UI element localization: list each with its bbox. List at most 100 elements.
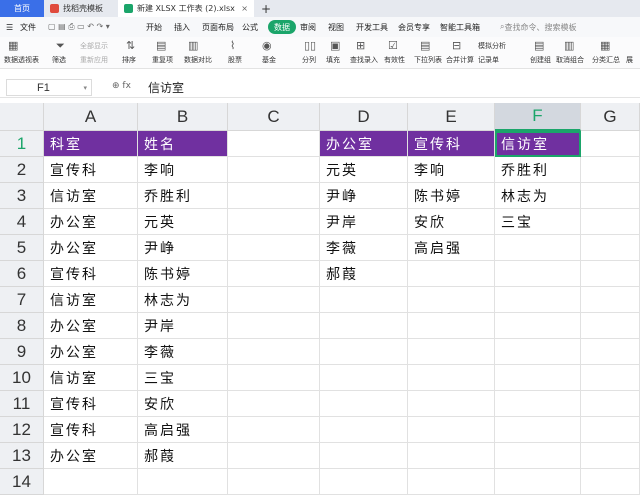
- validity-icon[interactable]: ☑: [388, 39, 400, 52]
- cell-e2[interactable]: 李响: [408, 157, 495, 183]
- compare-icon[interactable]: ▥: [188, 39, 200, 52]
- filter-button[interactable]: 筛选: [52, 55, 66, 65]
- validity-button[interactable]: 有效性: [384, 55, 405, 65]
- cell-a2[interactable]: 宣传科: [44, 157, 138, 183]
- menu-data[interactable]: 数据: [268, 20, 296, 34]
- cell-c10[interactable]: [228, 365, 320, 391]
- cell-c2[interactable]: [228, 157, 320, 183]
- cell-d6[interactable]: 郝葭: [320, 261, 408, 287]
- cell-b5[interactable]: 尹峥: [138, 235, 228, 261]
- cell-d3[interactable]: 尹峥: [320, 183, 408, 209]
- create-group-button[interactable]: 创建组: [530, 55, 551, 65]
- column-header-d[interactable]: D: [320, 103, 408, 131]
- duplicates-icon[interactable]: ▤: [156, 39, 168, 52]
- cell-b6[interactable]: 陈书婷: [138, 261, 228, 287]
- cell-c4[interactable]: [228, 209, 320, 235]
- cell-a14[interactable]: [44, 469, 138, 495]
- cell-e4[interactable]: 安欣: [408, 209, 495, 235]
- menu-smart-tools[interactable]: 智能工具箱: [440, 17, 480, 37]
- cell-a8[interactable]: 办公室: [44, 313, 138, 339]
- cell-d5[interactable]: 李薇: [320, 235, 408, 261]
- cell-d1[interactable]: 办公室: [320, 131, 408, 157]
- cell-e12[interactable]: [408, 417, 495, 443]
- cell-f2[interactable]: 乔胜利: [495, 157, 581, 183]
- pivot-table-button[interactable]: 数据透视表: [4, 55, 39, 65]
- menu-developer[interactable]: 开发工具: [356, 17, 388, 37]
- cell-b8[interactable]: 尹岸: [138, 313, 228, 339]
- cell-e14[interactable]: [408, 469, 495, 495]
- menu-member[interactable]: 会员专享: [398, 17, 430, 37]
- cell-f6[interactable]: [495, 261, 581, 287]
- row-header-6[interactable]: 6: [0, 261, 44, 287]
- close-tab-icon[interactable]: ×: [241, 4, 248, 13]
- cell-d9[interactable]: [320, 339, 408, 365]
- column-header-b[interactable]: B: [138, 103, 228, 131]
- cell-a13[interactable]: 办公室: [44, 443, 138, 469]
- filter-icon[interactable]: ⏷: [56, 39, 67, 53]
- cell-a6[interactable]: 宣传科: [44, 261, 138, 287]
- cell-e8[interactable]: [408, 313, 495, 339]
- new-tab-button[interactable]: +: [258, 0, 274, 17]
- cell-f4[interactable]: 三宝: [495, 209, 581, 235]
- toolbar-quick-icons[interactable]: ▢ ▤ ⎙ ▭ ↶ ↷ ▾: [48, 17, 110, 37]
- tab-home[interactable]: 首页: [0, 0, 44, 17]
- cell-g9[interactable]: [581, 339, 640, 365]
- pivot-table-icon[interactable]: ▦: [8, 39, 20, 52]
- cell-b12[interactable]: 高启强: [138, 417, 228, 443]
- row-header-12[interactable]: 12: [0, 417, 44, 443]
- cell-a12[interactable]: 宣传科: [44, 417, 138, 443]
- cell-f9[interactable]: [495, 339, 581, 365]
- duplicates-button[interactable]: 重复项: [152, 55, 173, 65]
- cell-e5[interactable]: 高启强: [408, 235, 495, 261]
- menu-formula[interactable]: 公式: [242, 17, 258, 37]
- row-header-11[interactable]: 11: [0, 391, 44, 417]
- tab-template[interactable]: 找稻壳模板: [44, 0, 118, 17]
- cell-a9[interactable]: 办公室: [44, 339, 138, 365]
- ungroup-button[interactable]: 取消组合: [556, 55, 584, 65]
- cell-c1[interactable]: [228, 131, 320, 157]
- cell-b11[interactable]: 安欣: [138, 391, 228, 417]
- cell-g4[interactable]: [581, 209, 640, 235]
- cell-g12[interactable]: [581, 417, 640, 443]
- create-group-icon[interactable]: ▤: [534, 39, 546, 52]
- cell-d2[interactable]: 元英: [320, 157, 408, 183]
- sort-icon[interactable]: ⇅: [126, 39, 137, 52]
- cell-g13[interactable]: [581, 443, 640, 469]
- cell-b4[interactable]: 元英: [138, 209, 228, 235]
- merge-calc-icon[interactable]: ⊟: [452, 39, 463, 52]
- cell-g14[interactable]: [581, 469, 640, 495]
- subtotal-button[interactable]: 分类汇总: [592, 55, 620, 65]
- cell-g11[interactable]: [581, 391, 640, 417]
- column-header-a[interactable]: A: [44, 103, 138, 131]
- cell-b7[interactable]: 林志为: [138, 287, 228, 313]
- cell-b1[interactable]: 姓名: [138, 131, 228, 157]
- column-header-g[interactable]: G: [581, 103, 640, 131]
- cell-f5[interactable]: [495, 235, 581, 261]
- fill-icon[interactable]: ▣: [330, 39, 342, 52]
- name-box[interactable]: F1 ▾: [6, 79, 92, 96]
- tab-workbook[interactable]: 新建 XLSX 工作表 (2).xlsx ×: [118, 0, 254, 17]
- cell-c14[interactable]: [228, 469, 320, 495]
- cell-f8[interactable]: [495, 313, 581, 339]
- row-header-4[interactable]: 4: [0, 209, 44, 235]
- split-button[interactable]: 分列: [302, 55, 316, 65]
- dropdown-list-icon[interactable]: ▤: [420, 39, 432, 52]
- cell-e13[interactable]: [408, 443, 495, 469]
- cell-b14[interactable]: [138, 469, 228, 495]
- menu-review[interactable]: 审阅: [300, 17, 316, 37]
- cell-a3[interactable]: 信访室: [44, 183, 138, 209]
- ungroup-icon[interactable]: ▥: [564, 39, 576, 52]
- split-icon[interactable]: ▯▯: [304, 39, 318, 52]
- menu-home[interactable]: 开始: [146, 17, 162, 37]
- merge-calc-button[interactable]: 合并计算: [446, 55, 474, 65]
- fx-button[interactable]: ⊕ fx: [112, 81, 131, 91]
- cell-c7[interactable]: [228, 287, 320, 313]
- cell-g5[interactable]: [581, 235, 640, 261]
- cell-f7[interactable]: [495, 287, 581, 313]
- cell-c9[interactable]: [228, 339, 320, 365]
- cell-f13[interactable]: [495, 443, 581, 469]
- reapply-button[interactable]: 重新应用: [80, 55, 108, 65]
- cell-a10[interactable]: 信访室: [44, 365, 138, 391]
- row-header-10[interactable]: 10: [0, 365, 44, 391]
- compare-button[interactable]: 数据对比: [184, 55, 212, 65]
